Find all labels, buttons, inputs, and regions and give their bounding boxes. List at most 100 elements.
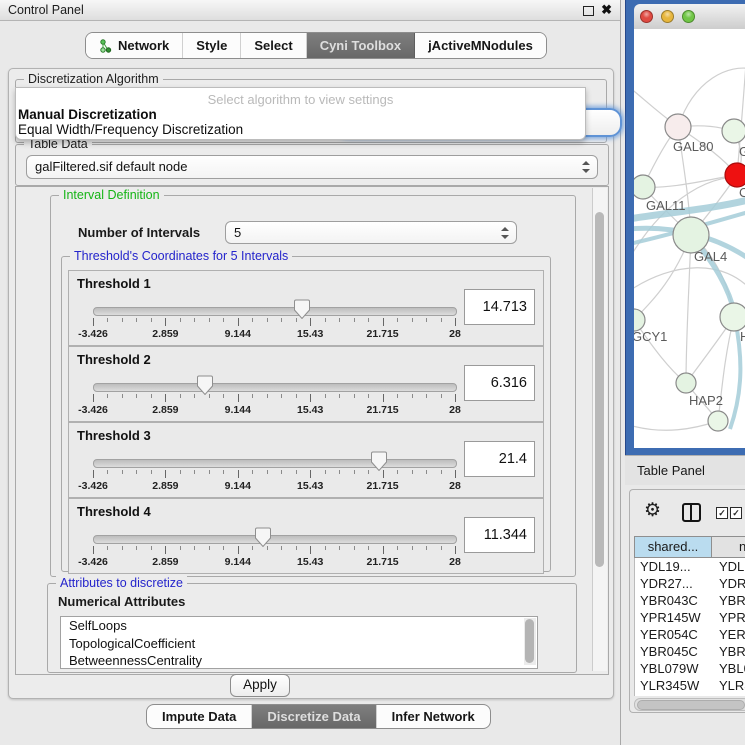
network-node[interactable] — [673, 217, 709, 253]
tick-mark — [310, 470, 311, 478]
interval-definition-group: Interval Definition Number of Intervals … — [50, 195, 576, 577]
algorithm-option-equal-width[interactable]: Equal Width/Frequency Discretization — [18, 122, 243, 137]
network-edge[interactable] — [634, 421, 718, 430]
tick-mark — [426, 470, 427, 474]
tick-mark — [325, 470, 326, 474]
tick-mark — [165, 546, 166, 554]
network-node[interactable] — [676, 373, 696, 393]
split-columns-icon[interactable] — [682, 503, 701, 522]
slider-track[interactable] — [93, 459, 457, 468]
close-traffic-light[interactable] — [640, 10, 653, 23]
node-label: C — [739, 185, 745, 200]
tab-cyni-toolbox[interactable]: Cyni Toolbox — [307, 33, 415, 58]
tick-mark — [281, 394, 282, 398]
threshold-value-field[interactable]: 14.713 — [464, 289, 535, 325]
table-row[interactable]: YDR27...YDR2 — [635, 575, 745, 592]
close-icon[interactable]: ✖ — [601, 1, 612, 19]
tick-mark — [238, 470, 239, 478]
network-node[interactable] — [665, 114, 691, 140]
table-row[interactable]: YBR043CYBR0 — [635, 592, 745, 609]
horizontal-scrollbar[interactable] — [634, 698, 745, 711]
tick-mark — [209, 546, 210, 550]
float-window-icon[interactable] — [583, 6, 594, 16]
table-row[interactable]: YBL079WYBL0 — [635, 660, 745, 677]
tab-impute-data[interactable]: Impute Data — [147, 705, 252, 728]
tick-mark — [151, 546, 152, 550]
scrollbar-thumb[interactable] — [637, 700, 745, 710]
tick-mark — [368, 318, 369, 322]
vertical-scrollbar[interactable] — [592, 188, 607, 671]
network-edge[interactable] — [643, 175, 737, 187]
cell-shared-name: YPR145W — [635, 609, 716, 626]
list-item[interactable]: TopologicalCoefficient — [61, 635, 537, 653]
table-row[interactable]: YPR145WYPR1 — [635, 609, 745, 626]
network-node[interactable] — [720, 303, 745, 331]
network-view-window: GAL80GCGAL11GAL4GCY1HHAP2 — [625, 0, 745, 455]
tick-mark — [93, 470, 94, 478]
tab-infer-network[interactable]: Infer Network — [377, 705, 490, 728]
network-canvas[interactable]: GAL80GCGAL11GAL4GCY1HHAP2 — [634, 29, 745, 448]
table-row[interactable]: YER054CYER0 — [635, 626, 745, 643]
tab-select[interactable]: Select — [241, 33, 306, 58]
table-data-combobox[interactable]: galFiltered.sif default node — [26, 155, 598, 179]
threshold-value-field[interactable]: 21.4 — [464, 441, 535, 477]
top-tab-bar: Network Style Select Cyni Toolbox jActiv… — [85, 32, 547, 59]
threshold-value-field[interactable]: 6.316 — [464, 365, 535, 401]
network-edge-thick[interactable] — [730, 319, 740, 429]
tick-mark — [383, 394, 384, 402]
slider-track[interactable] — [93, 535, 457, 544]
threshold-label: Threshold 2 — [77, 352, 151, 367]
table-row[interactable]: YBR045CYBR0 — [635, 643, 745, 660]
slider-thumb[interactable] — [197, 375, 213, 395]
attribute-items: SelfLoopsTopologicalCoefficientBetweenne… — [61, 617, 537, 669]
numerical-attributes-list[interactable]: SelfLoopsTopologicalCoefficientBetweenne… — [60, 616, 538, 669]
slider-thumb[interactable] — [294, 299, 310, 319]
threshold-panel: Threshold 4-3.4262.8599.14415.4321.71528… — [68, 498, 544, 574]
tick-mark — [252, 470, 253, 474]
slider-thumb[interactable] — [371, 451, 387, 471]
network-node[interactable] — [725, 163, 745, 187]
thresholds-group: Threshold's Coordinates for 5 Intervals … — [61, 256, 551, 572]
checkbox-icon[interactable]: ✓ — [730, 507, 742, 519]
gear-icon[interactable]: ⚙ — [644, 499, 661, 522]
table-panel-title: Table Panel — [637, 456, 705, 485]
tick-label: 9.144 — [225, 404, 251, 416]
table-row[interactable]: YLR345WYLR3 — [635, 677, 745, 694]
network-node[interactable] — [722, 119, 745, 143]
column-header-shared-name[interactable]: shared... — [635, 537, 712, 557]
column-header-name[interactable]: n — [712, 537, 745, 557]
list-item[interactable]: BetweennessCentrality — [61, 652, 537, 669]
table-row[interactable]: YIL052CYIL0 — [635, 694, 745, 696]
tab-label: Cyni Toolbox — [320, 38, 401, 53]
minimize-traffic-light[interactable] — [661, 10, 674, 23]
slider-track[interactable] — [93, 307, 457, 316]
network-node[interactable] — [634, 175, 655, 199]
tick-mark — [412, 318, 413, 322]
tab-network[interactable]: Network — [86, 33, 183, 58]
scrollbar-thumb[interactable] — [595, 212, 604, 567]
tab-discretize-data[interactable]: Discretize Data — [252, 705, 376, 728]
slider-thumb[interactable] — [255, 527, 271, 547]
network-edge[interactable] — [686, 235, 691, 383]
table-row[interactable]: YDL19...YDL1 — [635, 558, 745, 575]
slider-track[interactable] — [93, 383, 457, 392]
apply-button[interactable]: Apply — [230, 674, 290, 697]
algorithm-option-manual[interactable]: Manual Discretization — [18, 107, 157, 122]
network-node[interactable] — [708, 411, 728, 431]
cell-name: YDL1 — [716, 558, 745, 575]
zoom-traffic-light[interactable] — [682, 10, 695, 23]
attributes-scrollbar[interactable] — [524, 618, 536, 665]
cell-name: YBL0 — [716, 660, 745, 677]
network-node[interactable] — [634, 309, 645, 331]
table-body[interactable]: YDL19...YDL1YDR27...YDR2YBR043CYBR0YPR14… — [634, 558, 745, 696]
tick-mark — [441, 546, 442, 550]
list-item[interactable]: SelfLoops — [61, 617, 537, 635]
number-of-intervals-combobox[interactable]: 5 — [225, 221, 517, 244]
tab-jactivemnodules[interactable]: jActiveMNodules — [415, 33, 546, 58]
scrollbar-thumb[interactable] — [525, 619, 534, 663]
threshold-value-field[interactable]: 11.344 — [464, 517, 535, 553]
tick-mark — [223, 470, 224, 474]
checkbox-icon[interactable]: ✓ — [716, 507, 728, 519]
tick-label: 2.859 — [152, 480, 178, 492]
tab-style[interactable]: Style — [183, 33, 241, 58]
